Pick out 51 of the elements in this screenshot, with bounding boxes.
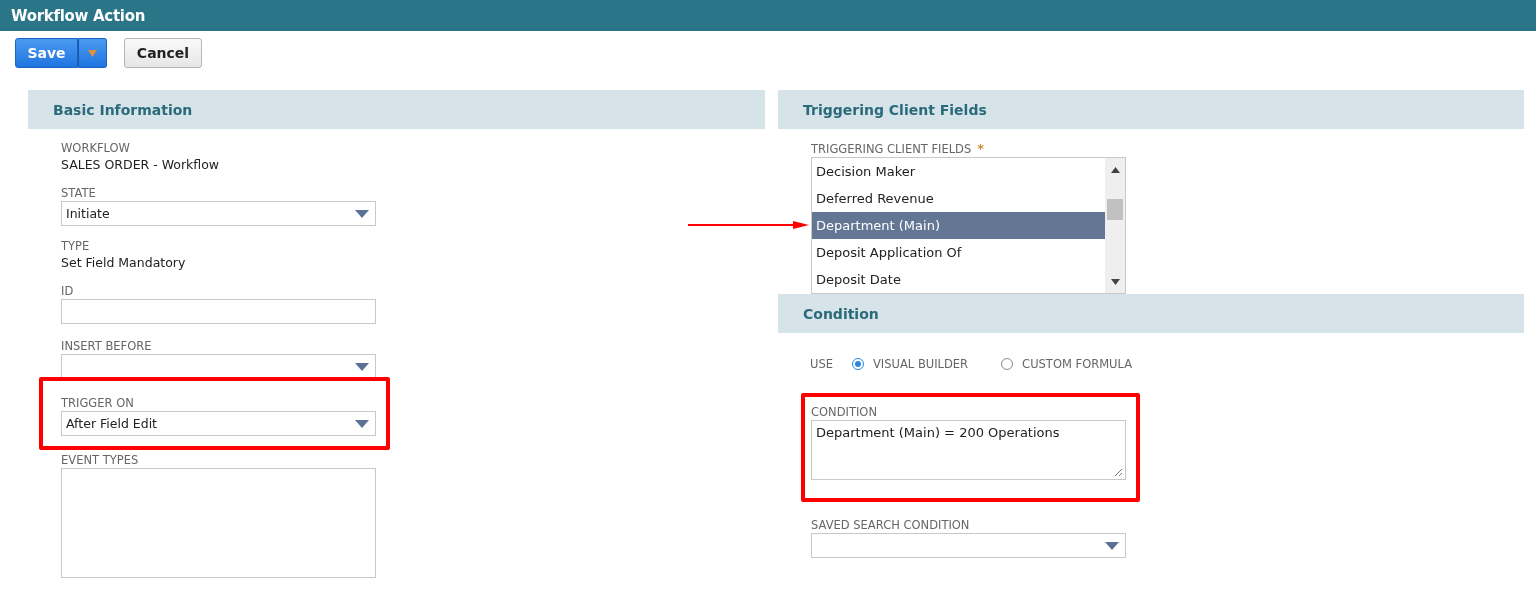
dropdown-value: After Field Edit [66, 416, 158, 431]
field-label: CONDITION [811, 405, 878, 420]
field-label: STATE [61, 186, 97, 201]
section-header: Basic Information [28, 90, 765, 129]
field-label: INSERT BEFORE [61, 339, 153, 354]
list-option[interactable]: Deposit Application Of [812, 239, 1105, 266]
field-value: SALES ORDER - Workflow [61, 156, 221, 173]
save-button[interactable]: Save [15, 38, 78, 68]
text-area-field[interactable]: Department (Main) = 200 Operations [811, 420, 1126, 480]
window-title: Workflow Action [11, 6, 146, 25]
required-mark: * [977, 141, 984, 156]
scroll-thumb[interactable] [1107, 199, 1123, 220]
cancel-button[interactable]: Cancel [124, 38, 202, 68]
radio-option[interactable]: VISUAL BUILDER [852, 357, 969, 371]
scroll-up-icon[interactable] [1111, 167, 1120, 173]
dropdown-field[interactable]: After Field Edit [61, 411, 376, 436]
list-option[interactable]: Department (Main) [812, 212, 1105, 239]
dropdown-value: Initiate [66, 206, 110, 221]
list-option[interactable]: Deposit Date [812, 266, 1105, 293]
dropdown-arrow-icon [1105, 541, 1119, 550]
dropdown-arrow-icon [355, 419, 369, 428]
text-area-value: Department (Main) = 200 Operations [816, 425, 1060, 440]
section-header: Triggering Client Fields [778, 90, 1524, 129]
field-value: Set Field Mandatory [61, 254, 187, 271]
multi-select-field[interactable] [61, 468, 376, 578]
radio-button[interactable] [852, 358, 864, 370]
input-field[interactable] [61, 299, 376, 324]
list-option[interactable]: Deferred Revenue [812, 185, 1105, 212]
field-label: SAVED SEARCH CONDITION [811, 518, 971, 533]
section-header: Condition [778, 294, 1524, 333]
dropdown-field[interactable]: Initiate [61, 201, 376, 226]
resize-grip-icon[interactable] [1114, 468, 1123, 477]
dropdown-arrow-icon [355, 209, 369, 218]
dropdown-arrow-icon [355, 362, 369, 371]
field-label: ID [61, 284, 75, 299]
field-label: TRIGGERING CLIENT FIELDS [811, 142, 972, 157]
caret-icon [88, 49, 97, 57]
scrollbar[interactable] [1105, 158, 1125, 293]
field-label: USE [810, 356, 833, 372]
field-label: WORKFLOW [61, 141, 131, 156]
list-option[interactable]: Decision Maker [812, 158, 1105, 185]
list-box[interactable]: Decision Maker Deferred Revenue Department (Main) Deposit Application Of Deposit Date [811, 157, 1126, 294]
field-label: TYPE [61, 239, 91, 254]
radio-option[interactable]: CUSTOM FORMULA [1001, 357, 1133, 371]
dropdown-field[interactable] [811, 533, 1126, 558]
dropdown-field[interactable] [61, 354, 376, 379]
scroll-down-icon[interactable] [1111, 279, 1120, 285]
radio-button[interactable] [1001, 358, 1014, 370]
field-label: TRIGGER ON [61, 396, 135, 411]
field-label: EVENT TYPES [61, 453, 140, 468]
save-menu-button[interactable] [78, 38, 107, 68]
